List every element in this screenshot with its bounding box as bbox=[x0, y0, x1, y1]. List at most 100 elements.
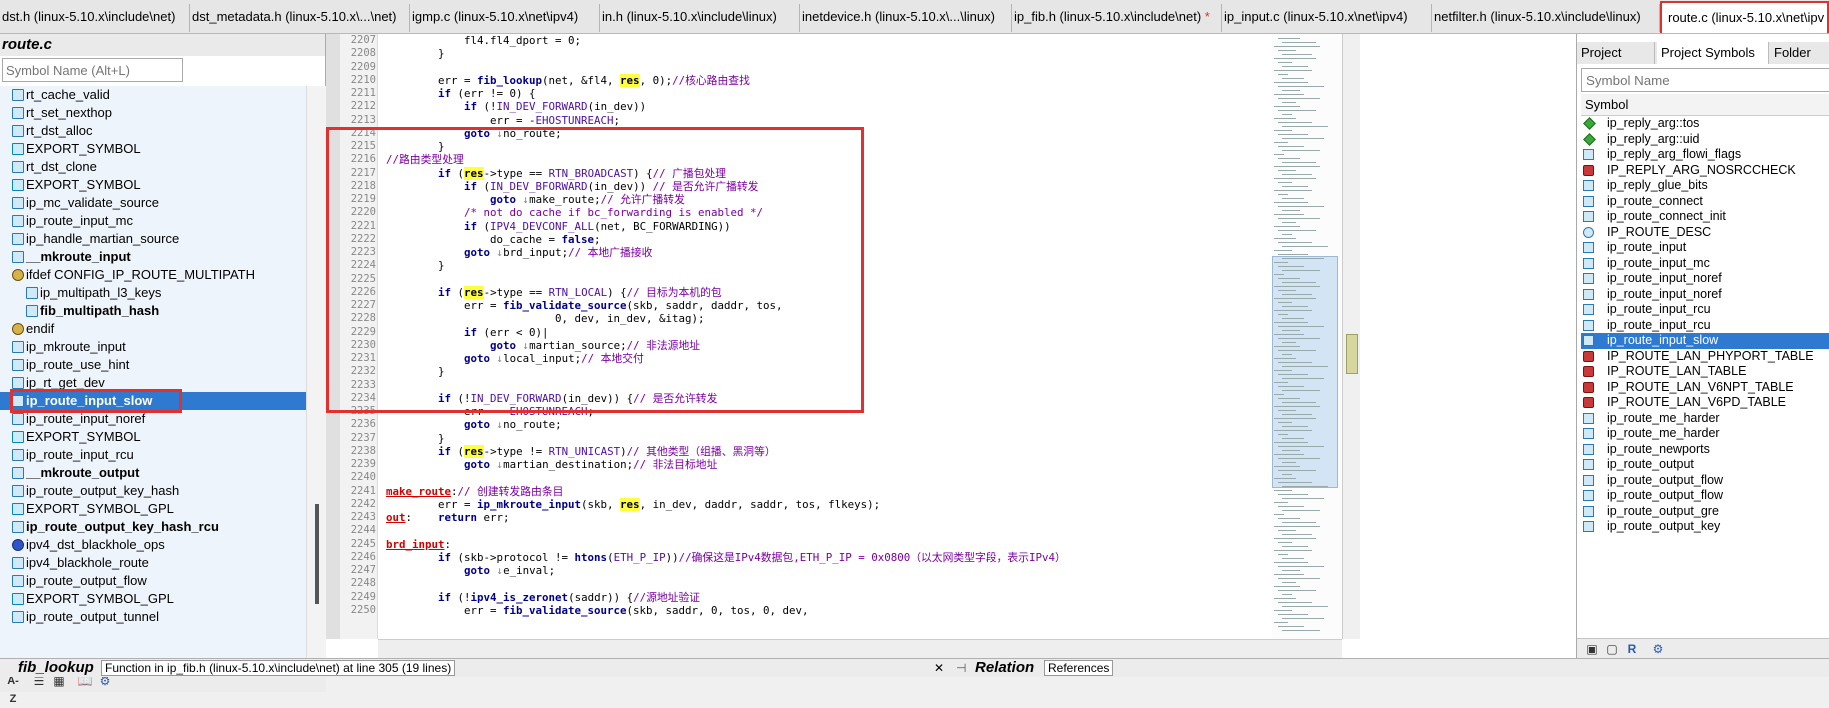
symbol-item[interactable]: rt_cache_valid bbox=[0, 86, 306, 104]
symbol-list[interactable]: rt_cache_valid rt_set_nexthop rt_dst_alloc… bbox=[0, 86, 306, 668]
symbol-item[interactable]: ip_route_input_slow bbox=[0, 392, 306, 410]
file-tab[interactable]: dst_metadata.h (linux-5.10.x\...\net) bbox=[190, 4, 410, 32]
project-symbol-item[interactable]: ip_route_output bbox=[1581, 457, 1829, 473]
file-tab[interactable]: netfilter.h (linux-5.10.x\include\linux) bbox=[1432, 4, 1660, 32]
project-symbol-item[interactable]: ip_route_output_gre bbox=[1581, 504, 1829, 520]
symbol-item[interactable]: ip_route_input_noref bbox=[0, 410, 306, 428]
symbol-item[interactable]: ip_route_input_rcu bbox=[0, 446, 306, 464]
file-tab[interactable]: in.h (linux-5.10.x\include\linux) bbox=[600, 4, 800, 32]
project-symbol-item[interactable]: ip_route_output_flow bbox=[1581, 488, 1829, 504]
project-symbol-item[interactable]: ip_route_input bbox=[1581, 240, 1829, 256]
project-symbol-item[interactable]: ip_reply_arg::tos bbox=[1581, 116, 1829, 132]
project-symbol-item[interactable]: ip_reply_glue_bits bbox=[1581, 178, 1829, 194]
project-symbol-list[interactable]: ip_reply_arg::tos ip_reply_arg::uid ip_rep… bbox=[1581, 116, 1829, 638]
editor-horizontal-scrollbar[interactable] bbox=[378, 639, 1342, 658]
scrollbar-thumb[interactable] bbox=[315, 504, 319, 604]
symbol-list-scrollbar[interactable] bbox=[306, 86, 326, 668]
code-line[interactable]: goto ↓local_input;// 本地交付 bbox=[386, 352, 644, 365]
code-line[interactable]: if (skb->protocol != htons(ETH_P_IP))//确… bbox=[386, 551, 1066, 564]
project-symbol-item[interactable]: IP_REPLY_ARG_NOSRCCHECK bbox=[1581, 163, 1829, 179]
symbol-item[interactable]: EXPORT_SYMBOL bbox=[0, 140, 306, 158]
project-symbol-item[interactable]: ip_route_me_harder bbox=[1581, 426, 1829, 442]
project-symbol-item[interactable]: ip_route_input_rcu bbox=[1581, 318, 1829, 334]
tab-project-files[interactable]: Project Files bbox=[1577, 42, 1655, 82]
code-line[interactable]: if (!IN_DEV_FORWARD(in_dev)) {// 是否允许转发 bbox=[386, 392, 717, 405]
code-line[interactable]: goto ↓brd_input;// 本地广播接收 bbox=[386, 246, 652, 259]
project-symbol-item[interactable]: ip_route_input_slow bbox=[1581, 333, 1829, 349]
file-tab[interactable]: route.c (linux-5.10.x\net\ipv bbox=[1660, 1, 1829, 33]
code-line[interactable]: /* not do cache if bc_forwarding is enab… bbox=[386, 206, 763, 219]
close-icon[interactable]: ✕ bbox=[934, 659, 944, 677]
code-line[interactable]: err = -EHOSTUNREACH; bbox=[386, 405, 594, 418]
symbol-item[interactable]: EXPORT_SYMBOL bbox=[0, 176, 306, 194]
relation-icon[interactable]: R bbox=[1623, 640, 1641, 658]
symbol-item[interactable]: __mkroute_input bbox=[0, 248, 306, 266]
tab-project-symbols[interactable]: Project Symbols ✕ bbox=[1657, 42, 1769, 82]
symbol-item[interactable]: ifdef CONFIG_IP_ROUTE_MULTIPATH bbox=[0, 266, 306, 284]
code-line[interactable]: } bbox=[386, 365, 445, 378]
gear-icon[interactable]: ⚙ bbox=[1649, 640, 1667, 658]
code-line[interactable]: if (res->type == RTN_BROADCAST) {// 广播包处… bbox=[386, 166, 726, 180]
project-symbol-item[interactable]: ip_route_connect bbox=[1581, 194, 1829, 210]
code-line[interactable]: goto ↓make_route;// 允许广播转发 bbox=[386, 193, 685, 206]
code-line[interactable]: err = fib_lookup(net, &fl4, res, 0);//核心… bbox=[386, 73, 750, 87]
project-symbol-item[interactable]: IP_ROUTE_LAN_TABLE bbox=[1581, 364, 1829, 380]
project-symbol-item[interactable]: IP_ROUTE_LAN_V6NPT_TABLE bbox=[1581, 380, 1829, 396]
project-symbol-item[interactable]: ip_route_output_key bbox=[1581, 519, 1829, 535]
project-symbol-item[interactable]: ip_route_input_noref bbox=[1581, 287, 1829, 303]
code-line[interactable]: err = fib_validate_source(skb, saddr, 0,… bbox=[386, 604, 809, 617]
code-line[interactable]: goto ↓no_route; bbox=[386, 418, 562, 431]
project-symbol-item[interactable]: ip_route_output_flow bbox=[1581, 473, 1829, 489]
code-line[interactable]: fl4.fl4_dport = 0; bbox=[386, 34, 581, 47]
project-symbol-item[interactable]: ip_route_input_mc bbox=[1581, 256, 1829, 272]
symbol-search-input[interactable] bbox=[2, 58, 183, 82]
code-line[interactable]: err = fib_validate_source(skb, saddr, da… bbox=[386, 299, 783, 312]
project-icon[interactable]: ▣ bbox=[1583, 640, 1601, 658]
file-tab[interactable]: inetdevice.h (linux-5.10.x\...\linux) bbox=[800, 4, 1012, 32]
symbol-item[interactable]: ip_route_input_mc bbox=[0, 212, 306, 230]
symbol-item[interactable]: ip_route_use_hint bbox=[0, 356, 306, 374]
symbol-item[interactable]: rt_set_nexthop bbox=[0, 104, 306, 122]
symbol-item[interactable]: ip_mkroute_input bbox=[0, 338, 306, 356]
code-editor[interactable]: 2207 2208 2209 2210 2211 2212 2213 2214 2215 2216… bbox=[326, 34, 1474, 658]
symbol-item[interactable]: ip_mc_validate_source bbox=[0, 194, 306, 212]
code-minimap[interactable] bbox=[1272, 34, 1342, 639]
code-line[interactable]: if (IN_DEV_BFORWARD(in_dev)) // 是否允许广播转发 bbox=[386, 180, 758, 193]
code-line[interactable]: goto ↓no_route; bbox=[386, 127, 562, 140]
code-line[interactable]: if (err != 0) { bbox=[386, 87, 536, 100]
code-line[interactable]: err = ip_mkroute_input(skb, res, in_dev,… bbox=[386, 497, 880, 511]
code-line[interactable]: goto ↓martian_destination;// 非法目标地址 bbox=[386, 458, 717, 471]
code-line[interactable]: if (!IN_DEV_FORWARD(in_dev)) bbox=[386, 100, 646, 113]
file-tab[interactable]: dst.h (linux-5.10.x\include\net) bbox=[0, 4, 190, 32]
references-field[interactable]: References bbox=[1044, 660, 1114, 676]
code-line[interactable]: if (err < 0)| bbox=[386, 326, 549, 339]
code-line[interactable]: if (res->type == RTN_LOCAL) {// 目标为本机的包 bbox=[386, 285, 722, 299]
tab-folder[interactable]: Folder bbox=[1770, 42, 1829, 64]
symbol-item[interactable]: ip_multipath_l3_keys bbox=[0, 284, 306, 302]
relation-window-title[interactable]: Relation bbox=[975, 659, 1034, 677]
project-symbol-item[interactable]: ip_reply_arg_flowi_flags bbox=[1581, 147, 1829, 163]
code-line[interactable]: out: return err; bbox=[386, 511, 510, 524]
symbol-item[interactable]: EXPORT_SYMBOL_GPL bbox=[0, 590, 306, 608]
symbol-item[interactable]: fib_multipath_hash bbox=[0, 302, 306, 320]
symbol-item[interactable]: ipv4_blackhole_route bbox=[0, 554, 306, 572]
code-line[interactable]: if (res->type != RTN_UNICAST)// 其他类型（组播、… bbox=[386, 444, 776, 458]
project-symbol-item[interactable]: ip_route_input_rcu bbox=[1581, 302, 1829, 318]
project-symbol-item[interactable]: ip_route_input_noref bbox=[1581, 271, 1829, 287]
symbol-item[interactable]: ip_route_output_flow bbox=[0, 572, 306, 590]
code-line[interactable]: 0, dev, in_dev, &itag); bbox=[386, 312, 705, 325]
code-line[interactable]: if (IPV4_DEVCONF_ALL(net, BC_FORWARDING)… bbox=[386, 220, 731, 233]
code-line[interactable]: do_cache = false; bbox=[386, 233, 601, 246]
project-symbol-item[interactable]: ip_route_newports bbox=[1581, 442, 1829, 458]
project-symbol-item[interactable]: IP_ROUTE_LAN_PHYPORT_TABLE bbox=[1581, 349, 1829, 365]
project-symbol-item[interactable]: IP_ROUTE_LAN_V6PD_TABLE bbox=[1581, 395, 1829, 411]
code-line[interactable]: brd_input: bbox=[386, 538, 451, 551]
symbol-item[interactable]: ip_route_output_key_hash_rcu bbox=[0, 518, 306, 536]
file-tab[interactable]: ip_input.c (linux-5.10.x\net\ipv4) bbox=[1222, 4, 1432, 32]
symbol-item[interactable]: rt_dst_clone bbox=[0, 158, 306, 176]
symbol-item[interactable]: endif bbox=[0, 320, 306, 338]
project-symbol-search-input[interactable] bbox=[1581, 68, 1829, 92]
code-line[interactable]: //路由类型处理 bbox=[386, 153, 464, 166]
symbol-item[interactable]: EXPORT_SYMBOL_GPL bbox=[0, 500, 306, 518]
scrollbar-thumb[interactable] bbox=[1346, 334, 1358, 374]
